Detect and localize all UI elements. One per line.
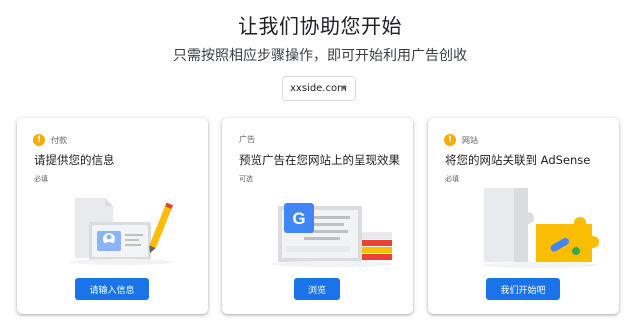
warning-icon: ! <box>33 134 45 146</box>
card-tag: ! 付款 <box>33 134 67 146</box>
card-note: 可选 <box>239 175 253 183</box>
card-tag-label: 付款 <box>51 135 67 145</box>
card-note: 必填 <box>445 175 459 183</box>
page-title: 让我们协助您开始 <box>238 14 402 38</box>
card-heading: 请提供您的信息 <box>34 153 115 167</box>
chevron-down-icon <box>341 86 347 90</box>
card-tag-label: 广告 <box>239 135 255 144</box>
payment-illustration <box>70 198 174 265</box>
card-note: 必填 <box>34 175 48 183</box>
card-tag: 广告 <box>239 134 255 145</box>
enter-info-button[interactable]: 请输入信息 <box>75 278 149 300</box>
connect-site-illustration <box>482 188 599 268</box>
warning-icon: ! <box>444 134 456 146</box>
card-tag-label: 网站 <box>462 135 478 145</box>
payment-card: ! 付款 请提供您的信息 必填 请输入信息 <box>17 118 208 314</box>
ads-preview-illustration: G <box>270 203 394 267</box>
site-selector-value: xxside.com <box>290 83 347 94</box>
card-heading: 将您的网站关联到 AdSense <box>445 153 591 167</box>
card-tag: ! 网站 <box>444 134 478 146</box>
get-started-button[interactable]: 我们开始吧 <box>486 278 560 300</box>
site-selector-dropdown[interactable]: xxside.com <box>282 76 356 101</box>
browse-button[interactable]: 浏览 <box>294 278 340 300</box>
card-heading: 预览广告在您网站上的呈现效果 <box>239 153 400 167</box>
svg-text:G: G <box>292 209 305 228</box>
ads-card: 广告 预览广告在您网站上的呈现效果 可选 G 浏览 <box>222 118 413 314</box>
page-subtitle: 只需按照相应步骤操作，即可开始利用广告创收 <box>173 48 467 64</box>
site-card: ! 网站 将您的网站关联到 AdSense 必填 我们开始吧 <box>428 118 619 314</box>
